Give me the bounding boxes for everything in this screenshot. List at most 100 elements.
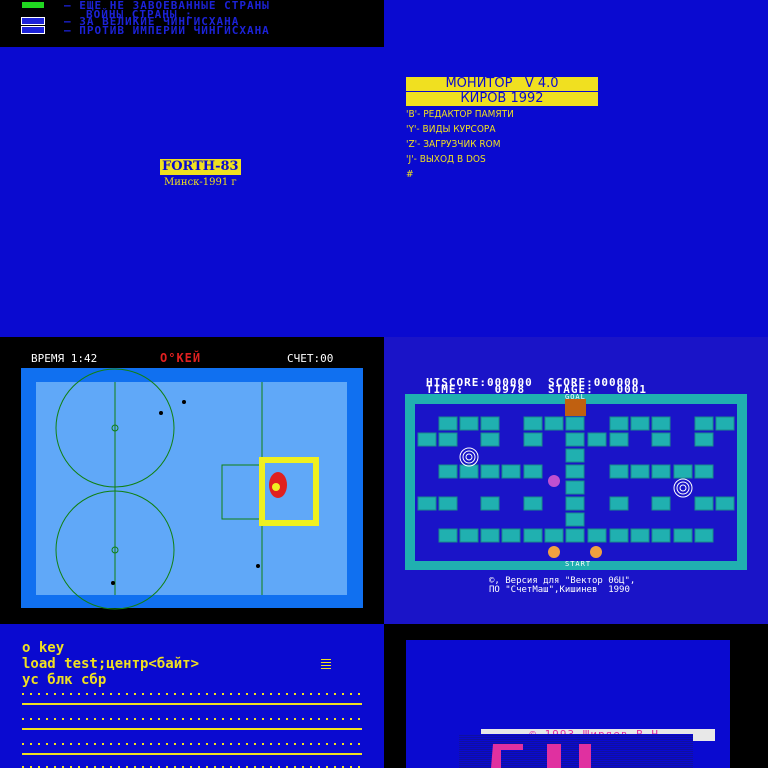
cursor-icon bbox=[321, 657, 331, 669]
maze-wall-block bbox=[523, 432, 543, 447]
menu-item-memory-editor[interactable]: 'B'- РЕДАКТОР ПАМЯТИ bbox=[406, 109, 514, 120]
maze-wall-block bbox=[565, 496, 585, 511]
splash-logo bbox=[459, 734, 693, 768]
maze-wall-block bbox=[651, 416, 671, 431]
maze-wall-block bbox=[630, 464, 650, 479]
player-sprite bbox=[590, 546, 602, 558]
terminal-line: load test;центр<байт> bbox=[22, 656, 200, 672]
maze-wall-block bbox=[480, 432, 500, 447]
spiral-target-icon bbox=[462, 450, 476, 464]
maze-wall-block bbox=[417, 432, 437, 447]
maze-wall-block bbox=[438, 528, 458, 543]
spiral-target-icon bbox=[676, 481, 690, 495]
legend-text: – ПРОТИВ ИМПЕРИИ ЧИНГИСХАНА bbox=[64, 23, 270, 37]
maze-wall-block bbox=[715, 496, 735, 511]
maze-wall-block bbox=[438, 416, 458, 431]
forth-title: FORTH-83 bbox=[160, 159, 241, 175]
maze-wall-block bbox=[544, 528, 564, 543]
player bbox=[111, 581, 115, 585]
maze-wall-block bbox=[417, 496, 437, 511]
puck bbox=[272, 483, 280, 491]
legend-row: – ПРОТИВ ИМПЕРИИ ЧИНГИСХАНА bbox=[21, 23, 270, 37]
legend-panel: – ЕЩЕ НЕ ЗАВОЕВАННЫЕ СТРАНЫ ВОЙНЫ СТРАНЫ… bbox=[0, 0, 384, 47]
logo-icon bbox=[491, 744, 591, 768]
maze-wall-block bbox=[609, 464, 629, 479]
maze-wall-block bbox=[438, 432, 458, 447]
divider bbox=[22, 743, 362, 745]
maze-wall-block bbox=[565, 464, 585, 479]
maze-wall-block bbox=[673, 528, 693, 543]
maze-wall-block bbox=[651, 528, 671, 543]
goal-frame bbox=[259, 457, 319, 526]
maze-wall-block bbox=[694, 528, 714, 543]
command-prompt[interactable]: # bbox=[406, 169, 414, 180]
terminal-screen: o key load test;центр<байт> ус блк сбр bbox=[0, 624, 384, 768]
maze-wall-block bbox=[480, 416, 500, 431]
maze-wall-block bbox=[523, 496, 543, 511]
maze-wall-block bbox=[523, 416, 543, 431]
goal-crease bbox=[221, 464, 263, 520]
maze-wall-block bbox=[565, 512, 585, 527]
maze-wall-block bbox=[651, 464, 671, 479]
maze-wall-block bbox=[694, 464, 714, 479]
maze-wall-block bbox=[523, 528, 543, 543]
player bbox=[182, 400, 186, 404]
legend-swatch-blue bbox=[21, 17, 45, 25]
spiral-target-icon bbox=[465, 453, 473, 461]
maze-wall-block bbox=[565, 432, 585, 447]
maze-wall-block bbox=[587, 528, 607, 543]
maze-wall-block bbox=[501, 528, 521, 543]
maze-wall-block bbox=[609, 416, 629, 431]
maze-wall-block bbox=[459, 528, 479, 543]
maze-wall-block bbox=[694, 496, 714, 511]
maze-wall-block bbox=[480, 496, 500, 511]
spiral-target-icon bbox=[679, 484, 687, 492]
monitor-screen: МОНИТОР V 4.0 КИРОВ 1992 'B'- РЕДАКТОР П… bbox=[384, 47, 768, 337]
menu-item-cursor-types[interactable]: 'Y'- ВИДЫ КУРСОРА bbox=[406, 124, 496, 135]
monitor-title: МОНИТОР V 4.0 bbox=[406, 77, 598, 91]
divider bbox=[22, 693, 362, 695]
credit-line: ПО "СчетМаш",Кишинев 1990 bbox=[489, 585, 630, 595]
maze-wall-block bbox=[630, 416, 650, 431]
menu-item-exit-dos[interactable]: 'J'- ВЫХОД В DOS bbox=[406, 154, 486, 165]
maze-wall-block bbox=[694, 416, 714, 431]
terminal-line: o key bbox=[22, 640, 65, 656]
maze-wall-block bbox=[459, 416, 479, 431]
rink-markings bbox=[55, 368, 319, 610]
maze-wall-block bbox=[438, 496, 458, 511]
maze-wall-block bbox=[523, 464, 543, 479]
divider bbox=[22, 718, 362, 720]
start-label: START bbox=[565, 560, 592, 568]
maze-wall-block bbox=[459, 464, 479, 479]
goal-tile bbox=[565, 399, 586, 416]
legend-swatch-blue bbox=[21, 26, 45, 34]
hockey-game: ВРЕМЯ 1:42 О°КЕЙ СЧЕТ:00 bbox=[0, 337, 384, 624]
terminal-line: ус блк сбр bbox=[22, 672, 107, 688]
blank-blue-panel bbox=[384, 0, 768, 47]
maze-wall-block bbox=[544, 416, 564, 431]
maze-wall-block bbox=[438, 464, 458, 479]
enemy-sprite bbox=[548, 475, 560, 487]
maze-wall-block bbox=[651, 432, 671, 447]
splash-screen: © 1993 Ширяев В.Н. bbox=[384, 624, 768, 768]
maze-wall-block bbox=[609, 496, 629, 511]
forth-screen: FORTH-83 Минск-1991 г bbox=[0, 47, 384, 337]
maze-wall-block bbox=[715, 416, 735, 431]
player-sprite bbox=[548, 546, 560, 558]
maze-wall-block bbox=[587, 432, 607, 447]
maze-wall-block bbox=[673, 464, 693, 479]
menu-item-rom-loader[interactable]: 'Z'- ЗАГРУЗЧИК ROM bbox=[406, 139, 501, 150]
maze-wall-block bbox=[501, 464, 521, 479]
divider bbox=[22, 753, 362, 755]
maze-wall-block bbox=[694, 432, 714, 447]
maze-wall-block bbox=[565, 416, 585, 431]
divider bbox=[22, 703, 362, 705]
maze-wall-block bbox=[565, 480, 585, 495]
player bbox=[159, 411, 163, 415]
maze-wall-block bbox=[609, 432, 629, 447]
forth-subtitle: Минск-1991 г bbox=[164, 177, 237, 188]
divider bbox=[22, 728, 362, 730]
maze-wall-block bbox=[609, 528, 629, 543]
maze-wall-block bbox=[480, 528, 500, 543]
player bbox=[256, 564, 260, 568]
